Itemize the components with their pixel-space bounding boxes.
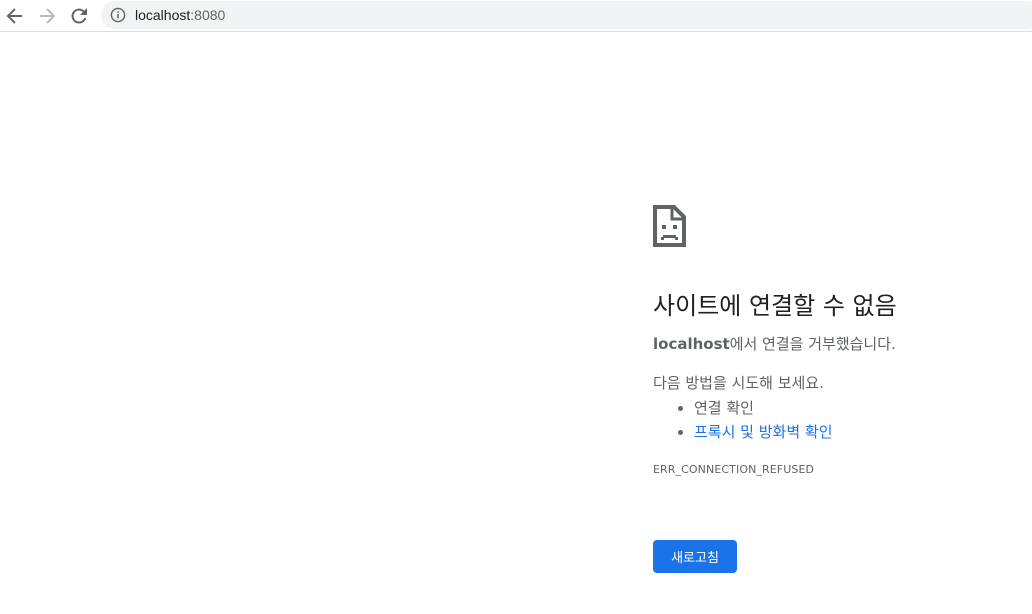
url-text[interactable]: localhost:8080 xyxy=(135,7,225,23)
back-button[interactable] xyxy=(3,4,27,28)
error-code: ERR_CONNECTION_REFUSED xyxy=(653,463,815,476)
check-proxy-firewall-link[interactable]: 프록시 및 방화벽 확인 xyxy=(694,423,833,441)
reload-page-button[interactable] xyxy=(67,4,91,28)
suggestion-check-connection: 연결 확인 xyxy=(694,396,1023,420)
forward-arrow-icon xyxy=(40,8,56,24)
error-title: 사이트에 연결할 수 없음 xyxy=(653,292,897,320)
error-host: localhost xyxy=(653,335,730,353)
error-description: localhost에서 연결을 거부했습니다. xyxy=(653,333,1023,355)
forward-button[interactable] xyxy=(35,4,59,28)
reload-icon xyxy=(71,8,87,24)
url-port: :8080 xyxy=(190,7,226,23)
suggestion-check-proxy-firewall: 프록시 및 방화벽 확인 xyxy=(694,420,1023,444)
error-content: 사이트에 연결할 수 없음 localhost에서 연결을 거부했습니다. 다음… xyxy=(653,205,1023,478)
browser-toolbar: localhost:8080 xyxy=(0,0,1032,32)
address-bar[interactable]: localhost:8080 xyxy=(101,1,1032,29)
reload-button[interactable]: 새로고침 xyxy=(653,540,737,573)
url-host: localhost xyxy=(135,7,191,23)
sad-document-icon xyxy=(653,205,686,247)
try-suggestions-intro: 다음 방법을 시도해 보세요. xyxy=(653,374,824,392)
suggestion-check-connection-label: 연결 확인 xyxy=(694,399,754,417)
suggestions-list: 연결 확인 프록시 및 방화벽 확인 xyxy=(653,396,1023,444)
back-arrow-icon xyxy=(6,8,22,24)
error-description-text: 에서 연결을 거부했습니다. xyxy=(729,335,896,353)
info-icon[interactable] xyxy=(110,7,126,23)
